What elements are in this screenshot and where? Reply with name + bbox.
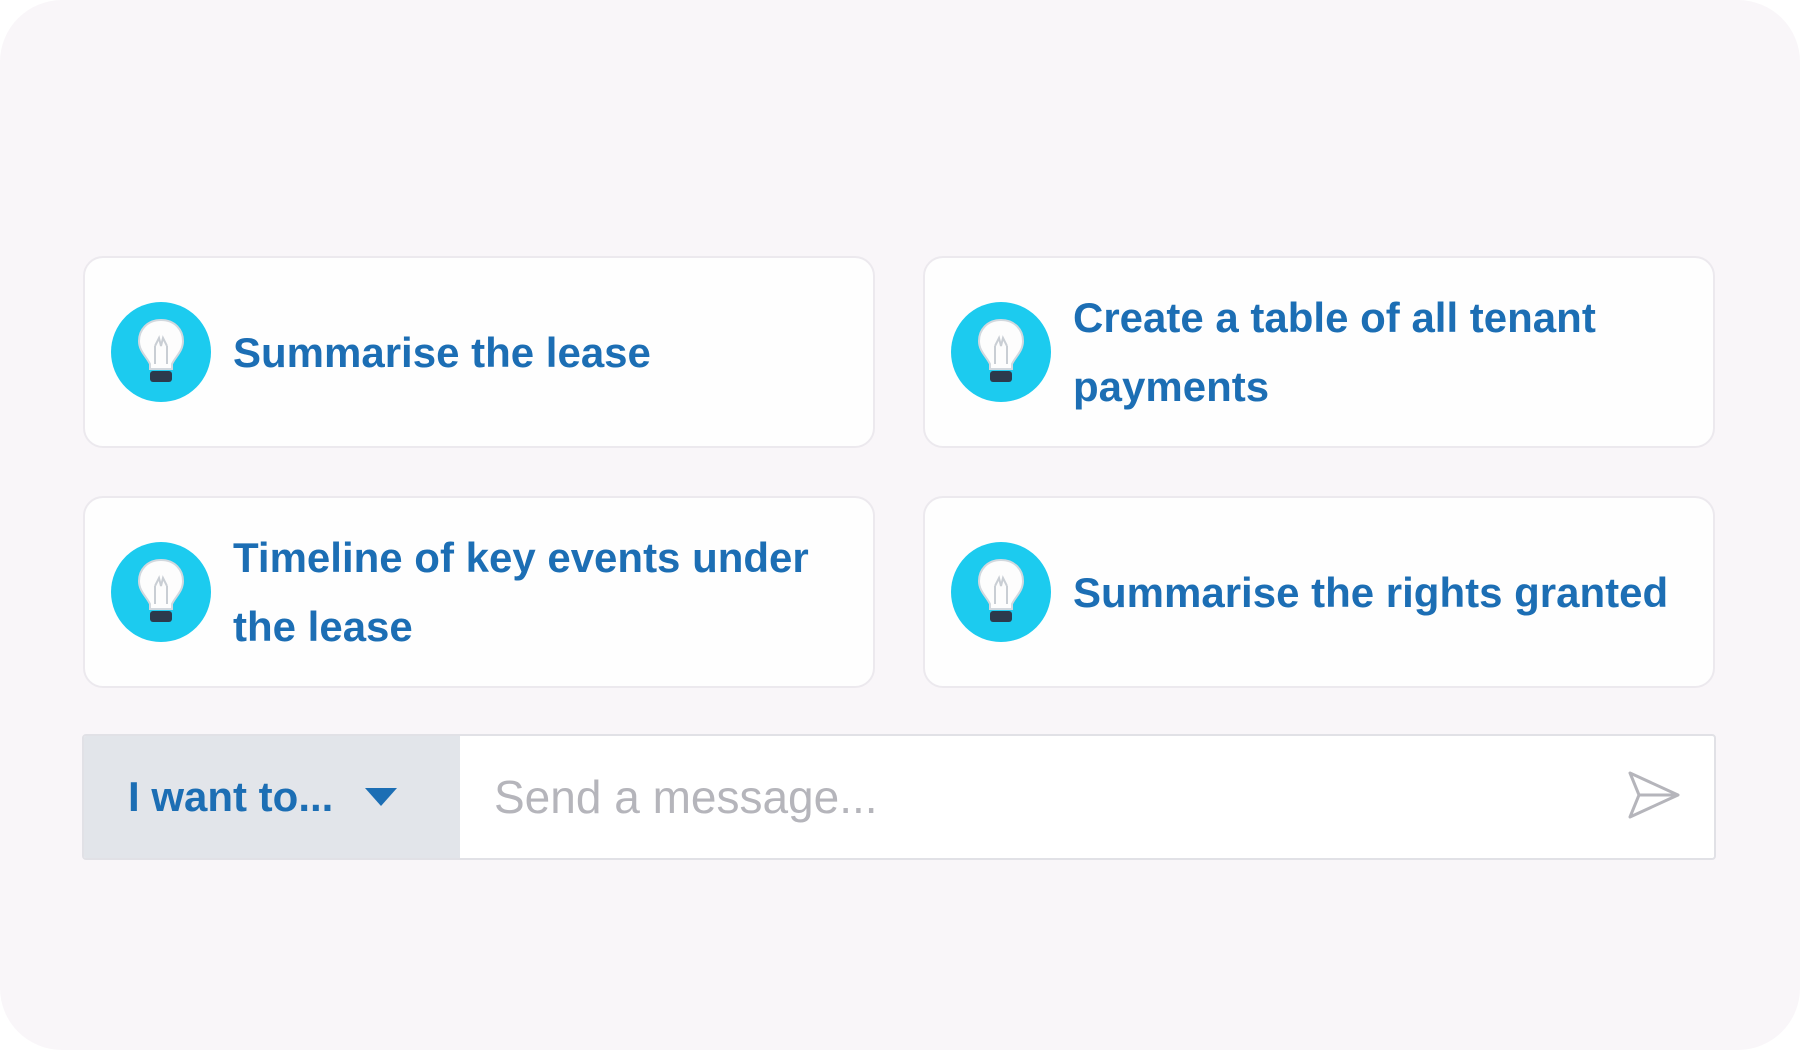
send-icon — [1626, 769, 1682, 826]
send-button[interactable] — [1594, 736, 1714, 858]
message-composer: I want to... — [82, 734, 1716, 860]
intent-dropdown-label: I want to... — [128, 773, 334, 820]
chat-panel: Summarise the lease Create a table of al… — [0, 0, 1800, 1050]
suggestion-label: Create a table of all tenant payments — [1073, 294, 1596, 410]
suggestion-label: Summarise the lease — [233, 328, 651, 376]
message-input[interactable] — [460, 736, 1594, 858]
lightbulb-icon — [951, 302, 1051, 402]
caret-down-icon — [365, 788, 398, 806]
suggestion-summarise-rights[interactable]: Summarise the rights granted — [923, 496, 1715, 688]
suggestion-summarise-lease[interactable]: Summarise the lease — [83, 256, 875, 448]
suggestion-grid: Summarise the lease Create a table of al… — [83, 256, 1715, 688]
suggestion-label: Summarise the rights granted — [1073, 568, 1669, 616]
suggestion-tenant-payments-table[interactable]: Create a table of all tenant payments — [923, 256, 1715, 448]
suggestion-label: Timeline of key events under the lease — [233, 534, 809, 650]
lightbulb-icon — [951, 542, 1051, 642]
lightbulb-icon — [111, 542, 211, 642]
intent-dropdown[interactable]: I want to... — [84, 736, 460, 858]
suggestion-timeline-key-events[interactable]: Timeline of key events under the lease — [83, 496, 875, 688]
lightbulb-icon — [111, 302, 211, 402]
